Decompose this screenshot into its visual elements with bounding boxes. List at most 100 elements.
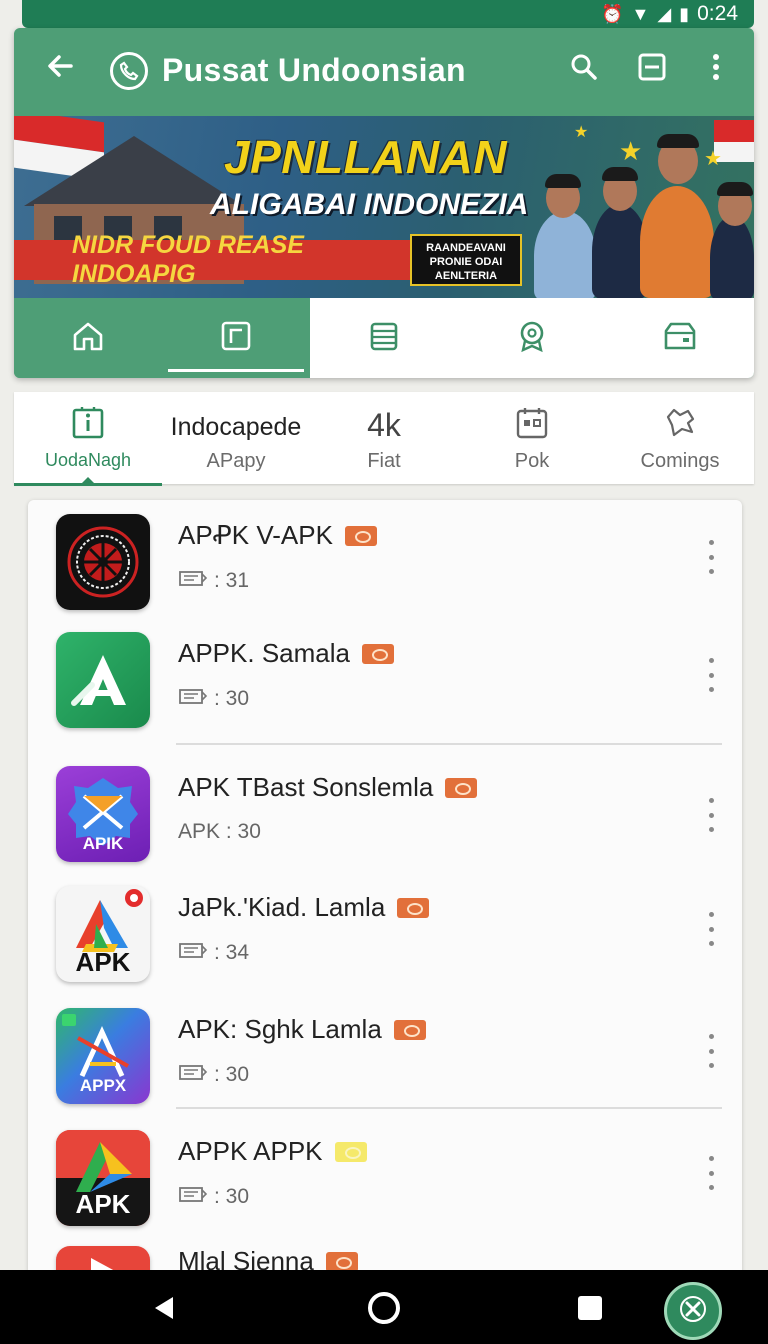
toolbar: Pussat Undoonsian — [14, 28, 754, 116]
tab-top-text: Indocapede — [170, 413, 302, 441]
store-icon — [662, 319, 698, 358]
nav-tab-database[interactable] — [310, 298, 458, 378]
recents-icon[interactable] — [566, 1284, 614, 1332]
app-meta: APK : 30 — [178, 820, 261, 844]
wifi-icon: ▼ — [631, 3, 650, 24]
home-circle-icon[interactable] — [360, 1284, 408, 1332]
calendar-icon — [514, 405, 550, 446]
app-meta-value: APK : 30 — [178, 820, 261, 843]
badge-icon — [515, 319, 549, 358]
app-name-wrap: JaPk.'Kiad. Lamla — [178, 892, 430, 923]
home-icon — [71, 319, 105, 358]
tab-label: Fiat — [367, 450, 401, 472]
active-tab-caret — [81, 477, 95, 484]
badge-icon — [334, 1141, 367, 1162]
badge-icon — [344, 525, 377, 546]
star-icon: ★ — [704, 148, 722, 170]
tab-uodanagh[interactable]: UodaNagh — [14, 392, 162, 486]
person-hair — [602, 167, 638, 181]
more-vert-icon[interactable] — [704, 1156, 718, 1190]
app-icon-text: APPX — [79, 1076, 127, 1095]
app-list: APꝒK V-APK : 31 APPK. Samala : 30 APIK A… — [28, 500, 742, 1280]
list-item[interactable]: APIK APK TBast Sonslemla APK : 30 — [28, 752, 742, 870]
nav-tab-frame[interactable] — [162, 298, 310, 378]
app-meta-value: : 31 — [214, 569, 250, 592]
app-name-wrap: APPK APPK — [178, 1136, 367, 1167]
star-icon: ★ — [574, 124, 589, 141]
badge-icon — [397, 897, 430, 918]
list-divider — [176, 743, 722, 745]
banner-box-line: RAANDEAVANI — [426, 242, 506, 254]
banner-subheadline: ALIGABAI INDONEZIA — [210, 188, 529, 221]
nav-tabs — [14, 298, 754, 378]
app-icon-text: APIK — [82, 834, 124, 853]
person-graphic — [640, 186, 714, 298]
signal-icon: ◢ — [657, 3, 672, 24]
category-tabs: UodaNagh Indocapede APapy 4k Fiat Pok Co… — [14, 392, 754, 486]
list-item[interactable]: APK APPK APPK : 30 — [28, 1116, 742, 1234]
tab-pok[interactable]: Pok — [458, 392, 606, 484]
card-icon — [178, 940, 208, 966]
window-icon[interactable] — [632, 52, 672, 92]
tab-top-text: 4k — [367, 407, 401, 443]
more-vert-icon[interactable] — [696, 52, 736, 92]
app-name: APꝒK V-APK — [178, 520, 333, 550]
app-meta-value: : 30 — [214, 1185, 250, 1208]
more-vert-icon[interactable] — [704, 1034, 718, 1068]
arrow-left-icon[interactable] — [40, 50, 80, 90]
app-name-wrap: APK TBast Sonslemla — [178, 772, 478, 803]
app-name: APK: Sghk Lamla — [178, 1014, 382, 1044]
page-title: Pussat Undoonsian — [162, 52, 466, 88]
app-meta: : 30 — [178, 1184, 249, 1210]
app-meta-value: : 34 — [214, 941, 250, 964]
search-icon[interactable] — [564, 52, 604, 92]
banner-box-line: AENLTERIA — [434, 270, 498, 282]
app-meta: : 34 — [178, 940, 249, 966]
badge-icon — [393, 1019, 426, 1040]
app-icon: APIK — [56, 766, 150, 862]
list-item[interactable]: APꝒK V-APK : 31 — [28, 500, 742, 618]
promo-banner[interactable]: ★ ★ ★ JPNLLANAN ALIGABAI INDONEZIA NIDR … — [14, 116, 754, 298]
system-nav-bar — [0, 1270, 768, 1344]
close-fab-button[interactable] — [664, 1282, 722, 1340]
phone-circle-icon — [110, 52, 148, 90]
app-meta: : 30 — [178, 1062, 249, 1088]
more-vert-icon[interactable] — [704, 658, 718, 692]
tab-label: Pok — [514, 450, 550, 472]
nav-tab-home[interactable] — [14, 298, 162, 378]
info-icon — [70, 405, 106, 446]
app-name: APPK APPK — [178, 1136, 323, 1166]
banner-strip-text: NIDR FOUD REASE INDOAPIG — [72, 231, 304, 288]
card-icon — [178, 686, 208, 712]
app-icon-text: APK — [75, 1189, 131, 1219]
badge-icon — [445, 777, 478, 798]
app-name-wrap: APK: Sghk Lamla — [178, 1014, 426, 1045]
person-hair — [545, 174, 581, 188]
app-name: JaPk.'Kiad. Lamla — [178, 892, 386, 922]
banner-box-line: PRONIE ODAI — [429, 256, 503, 268]
battery-icon: ▮ — [679, 3, 690, 24]
more-vert-icon[interactable] — [704, 798, 718, 832]
back-icon[interactable] — [140, 1284, 188, 1332]
tab-label: UodaNagh — [44, 450, 132, 470]
map-icon — [662, 405, 698, 446]
tab-comings[interactable]: Comings — [606, 392, 754, 484]
database-icon — [367, 319, 401, 358]
app-icon: APK — [56, 1130, 150, 1226]
app-name-wrap: APPK. Samala — [178, 638, 394, 669]
list-item[interactable]: APPX APK: Sghk Lamla : 30 — [28, 994, 742, 1112]
app-meta-value: : 30 — [214, 1063, 250, 1086]
tab-apapy[interactable]: Indocapede APapy — [162, 392, 310, 484]
list-item[interactable]: APK JaPk.'Kiad. Lamla : 34 — [28, 872, 742, 990]
list-item[interactable]: APPK. Samala : 30 — [28, 618, 742, 736]
alarm-icon: ⏰ — [601, 3, 624, 24]
more-vert-icon[interactable] — [704, 540, 718, 574]
nav-tab-badge[interactable] — [458, 298, 606, 378]
banner-strip: NIDR FOUD REASE INDOAPIG — [14, 231, 414, 288]
card-icon — [178, 1062, 208, 1088]
tab-fiat[interactable]: 4k Fiat — [310, 392, 458, 484]
more-vert-icon[interactable] — [704, 912, 718, 946]
nav-tab-store[interactable] — [606, 298, 754, 378]
person-hair — [657, 134, 699, 148]
frame-icon — [219, 319, 253, 358]
